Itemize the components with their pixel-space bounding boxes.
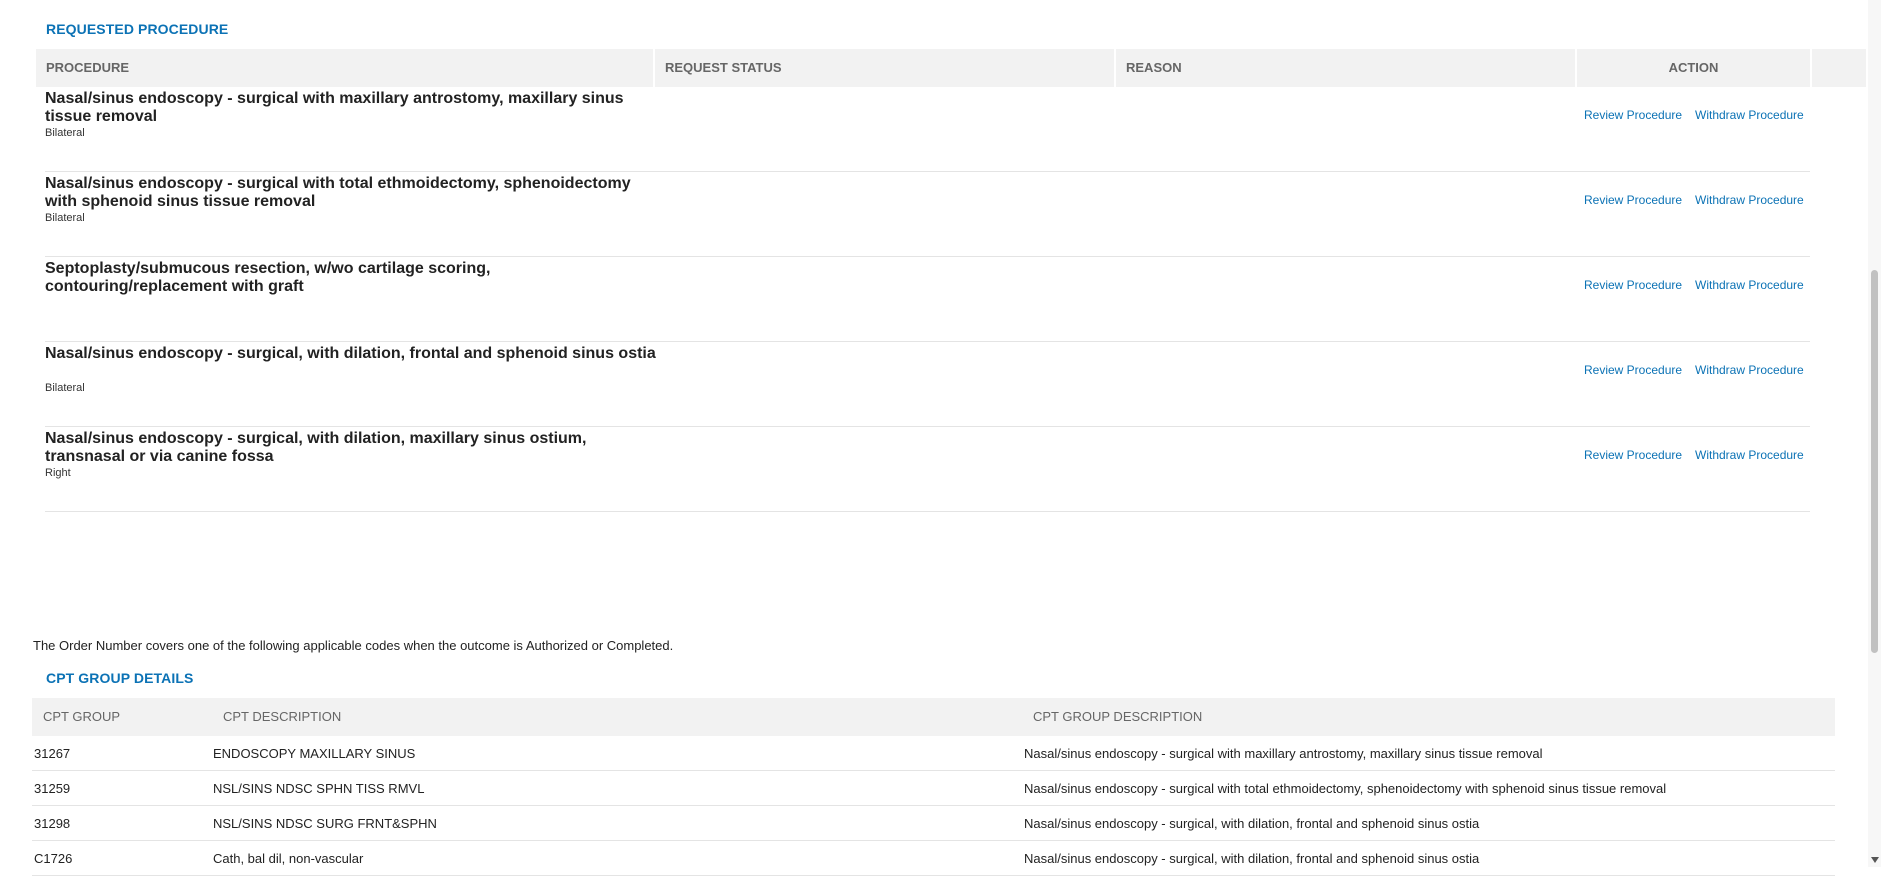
cpt-group-cell: 31298 <box>34 816 71 831</box>
procedure-laterality: Right <box>45 467 71 479</box>
cpt-group-description-cell: Nasal/sinus endoscopy - surgical, with d… <box>1024 851 1480 866</box>
withdraw-procedure-link[interactable]: Withdraw Procedure <box>1695 278 1804 292</box>
procedure-row: Septoplasty/submucous resection, w/wo ca… <box>45 257 1810 342</box>
procedure-name: Nasal/sinus endoscopy - surgical, with d… <box>45 430 587 465</box>
scroll-down-arrow-icon[interactable] <box>1871 857 1879 863</box>
column-header-cpt-group[interactable]: CPT GROUP <box>43 698 120 736</box>
procedure-laterality: Bilateral <box>45 382 85 394</box>
requested-procedure-title: REQUESTED PROCEDURE <box>46 21 229 37</box>
cpt-group-description-cell: Nasal/sinus endoscopy - surgical, with d… <box>1024 816 1480 831</box>
cpt-description-cell: ENDOSCOPY MAXILLARY SINUS <box>213 746 416 761</box>
withdraw-procedure-link[interactable]: Withdraw Procedure <box>1695 448 1804 462</box>
cpt-description-cell: NSL/SINS NDSC SPHN TISS RMVL <box>213 781 425 796</box>
column-header-spacer <box>1812 49 1866 87</box>
procedure-laterality: Bilateral <box>45 127 85 139</box>
cpt-description-cell: NSL/SINS NDSC SURG FRNT&SPHN <box>213 816 437 831</box>
column-header-request-status[interactable]: REQUEST STATUS <box>655 49 1116 87</box>
cpt-group-description-cell: Nasal/sinus endoscopy - surgical with to… <box>1024 781 1667 796</box>
column-header-cpt-group-description[interactable]: CPT GROUP DESCRIPTION <box>1033 698 1202 736</box>
column-header-procedure[interactable]: PROCEDURE <box>36 49 655 87</box>
review-procedure-link[interactable]: Review Procedure <box>1584 448 1682 462</box>
cpt-description-cell: Cath, bal dil, non-vascular <box>213 851 364 866</box>
table-row: 31267 ENDOSCOPY MAXILLARY SINUS Nasal/si… <box>32 736 1835 771</box>
procedure-laterality: Bilateral <box>45 212 85 224</box>
procedure-name: Nasal/sinus endoscopy - surgical with to… <box>45 175 631 210</box>
withdraw-procedure-link[interactable]: Withdraw Procedure <box>1695 108 1804 122</box>
procedure-name: Nasal/sinus endoscopy - surgical with ma… <box>45 90 624 125</box>
procedure-name: Nasal/sinus endoscopy - surgical, with d… <box>45 345 656 362</box>
withdraw-procedure-link[interactable]: Withdraw Procedure <box>1695 193 1804 207</box>
procedure-row: Nasal/sinus endoscopy - surgical, with d… <box>45 342 1810 427</box>
cpt-group-description-cell: Nasal/sinus endoscopy - surgical with ma… <box>1024 746 1543 761</box>
requested-procedure-table-header: PROCEDURE REQUEST STATUS REASON ACTION <box>36 49 1866 87</box>
procedure-row: Nasal/sinus endoscopy - surgical with to… <box>45 172 1810 257</box>
cpt-group-details-title: CPT GROUP DETAILS <box>46 670 194 686</box>
column-header-reason[interactable]: REASON <box>1116 49 1577 87</box>
cpt-table-body: 31267 ENDOSCOPY MAXILLARY SINUS Nasal/si… <box>32 736 1835 876</box>
column-header-action: ACTION <box>1577 49 1812 87</box>
review-procedure-link[interactable]: Review Procedure <box>1584 363 1682 377</box>
cpt-info-text: The Order Number covers one of the follo… <box>33 638 674 653</box>
withdraw-procedure-link[interactable]: Withdraw Procedure <box>1695 363 1804 377</box>
table-row: 31259 NSL/SINS NDSC SPHN TISS RMVL Nasal… <box>32 771 1835 806</box>
procedure-name: Septoplasty/submucous resection, w/wo ca… <box>45 260 491 295</box>
column-header-cpt-description[interactable]: CPT DESCRIPTION <box>223 698 341 736</box>
cpt-table-header: CPT GROUP CPT DESCRIPTION CPT GROUP DESC… <box>32 698 1835 736</box>
review-procedure-link[interactable]: Review Procedure <box>1584 193 1682 207</box>
cpt-group-cell: 31259 <box>34 781 71 796</box>
procedure-row: Nasal/sinus endoscopy - surgical, with d… <box>45 427 1810 512</box>
review-procedure-link[interactable]: Review Procedure <box>1584 108 1682 122</box>
vertical-scrollbar[interactable] <box>1868 0 1881 867</box>
scrollbar-thumb[interactable] <box>1871 270 1878 653</box>
cpt-group-cell: 31267 <box>34 746 71 761</box>
requested-procedure-table-body: Nasal/sinus endoscopy - surgical with ma… <box>45 87 1810 512</box>
procedure-row: Nasal/sinus endoscopy - surgical with ma… <box>45 87 1810 172</box>
cpt-group-cell: C1726 <box>34 851 73 866</box>
review-procedure-link[interactable]: Review Procedure <box>1584 278 1682 292</box>
table-row: C1726 Cath, bal dil, non-vascular Nasal/… <box>32 841 1835 876</box>
table-row: 31298 NSL/SINS NDSC SURG FRNT&SPHN Nasal… <box>32 806 1835 841</box>
